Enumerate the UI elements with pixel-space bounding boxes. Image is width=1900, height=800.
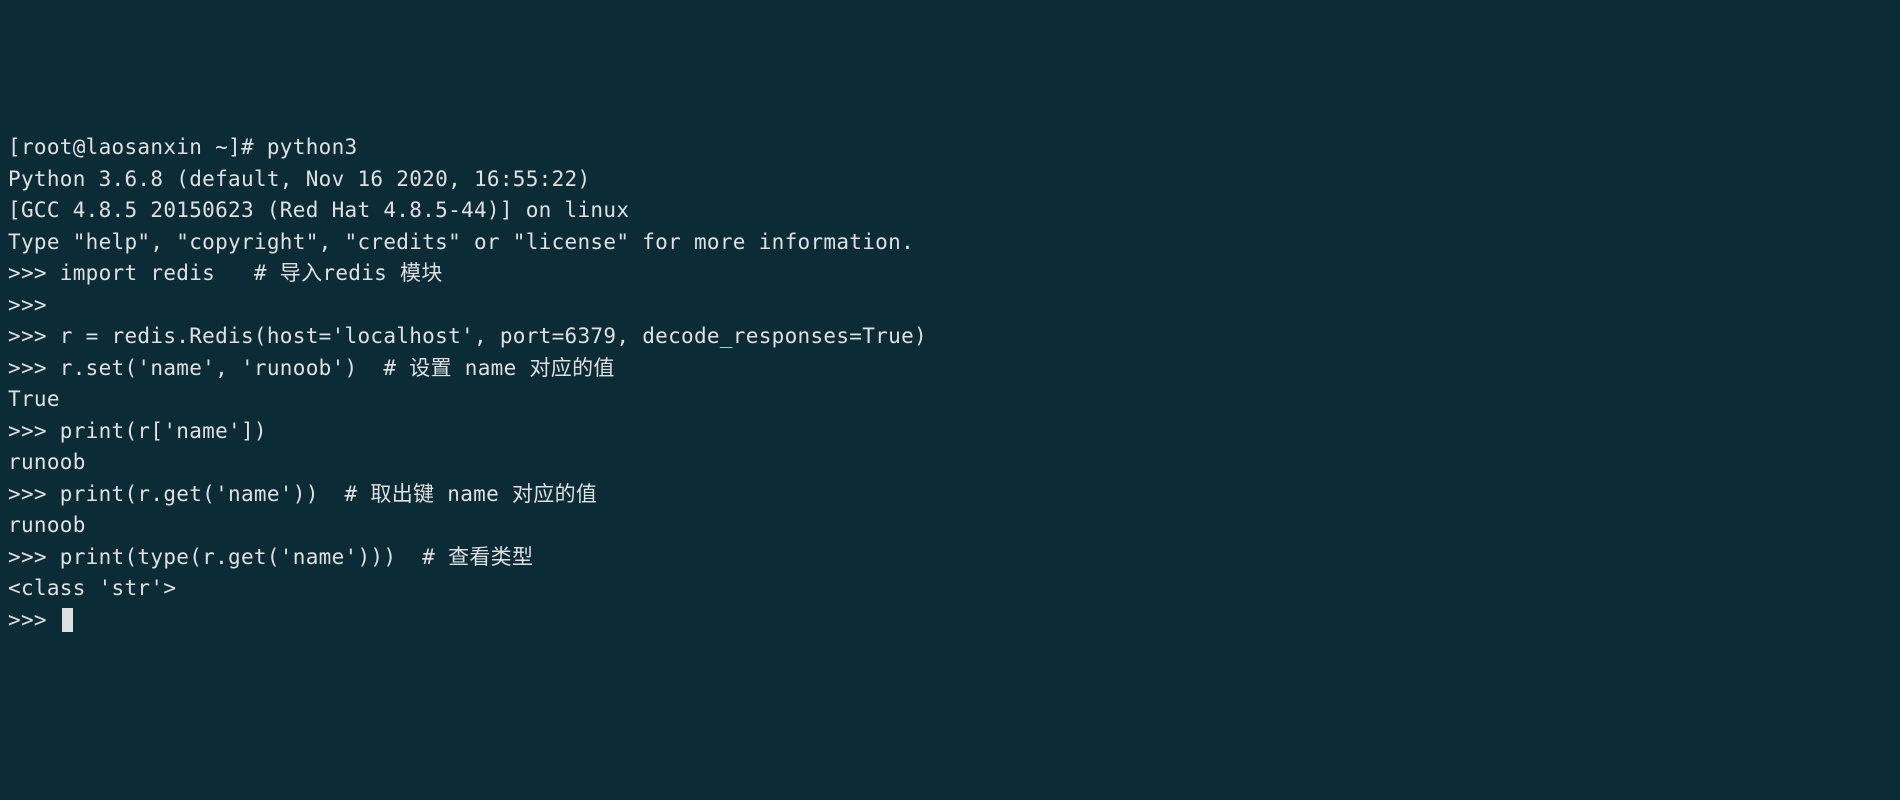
- terminal-line: >>> import redis # 导入redis 模块: [8, 258, 1892, 290]
- terminal-line: [GCC 4.8.5 20150623 (Red Hat 4.8.5-44)] …: [8, 195, 1892, 227]
- terminal-prompt: >>>: [8, 608, 60, 632]
- terminal-line: True: [8, 384, 1892, 416]
- terminal-line: runoob: [8, 447, 1892, 479]
- terminal-line: Type "help", "copyright", "credits" or "…: [8, 227, 1892, 259]
- terminal-line: >>>: [8, 290, 1892, 322]
- terminal-line: Python 3.6.8 (default, Nov 16 2020, 16:5…: [8, 164, 1892, 196]
- terminal-line: [root@laosanxin ~]# python3: [8, 132, 1892, 164]
- terminal-line: runoob: [8, 510, 1892, 542]
- terminal-output[interactable]: [root@laosanxin ~]# python3Python 3.6.8 …: [8, 132, 1892, 636]
- terminal-line: >>> r = redis.Redis(host='localhost', po…: [8, 321, 1892, 353]
- terminal-line: >>> print(r.get('name')) # 取出键 name 对应的值: [8, 479, 1892, 511]
- terminal-line: >>> r.set('name', 'runoob') # 设置 name 对应…: [8, 353, 1892, 385]
- cursor-icon: [62, 608, 73, 632]
- terminal-line: >>> print(type(r.get('name'))) # 查看类型: [8, 542, 1892, 574]
- terminal-line: >>> print(r['name']): [8, 416, 1892, 448]
- terminal-prompt-line[interactable]: >>>: [8, 605, 1892, 637]
- terminal-line: <class 'str'>: [8, 573, 1892, 605]
